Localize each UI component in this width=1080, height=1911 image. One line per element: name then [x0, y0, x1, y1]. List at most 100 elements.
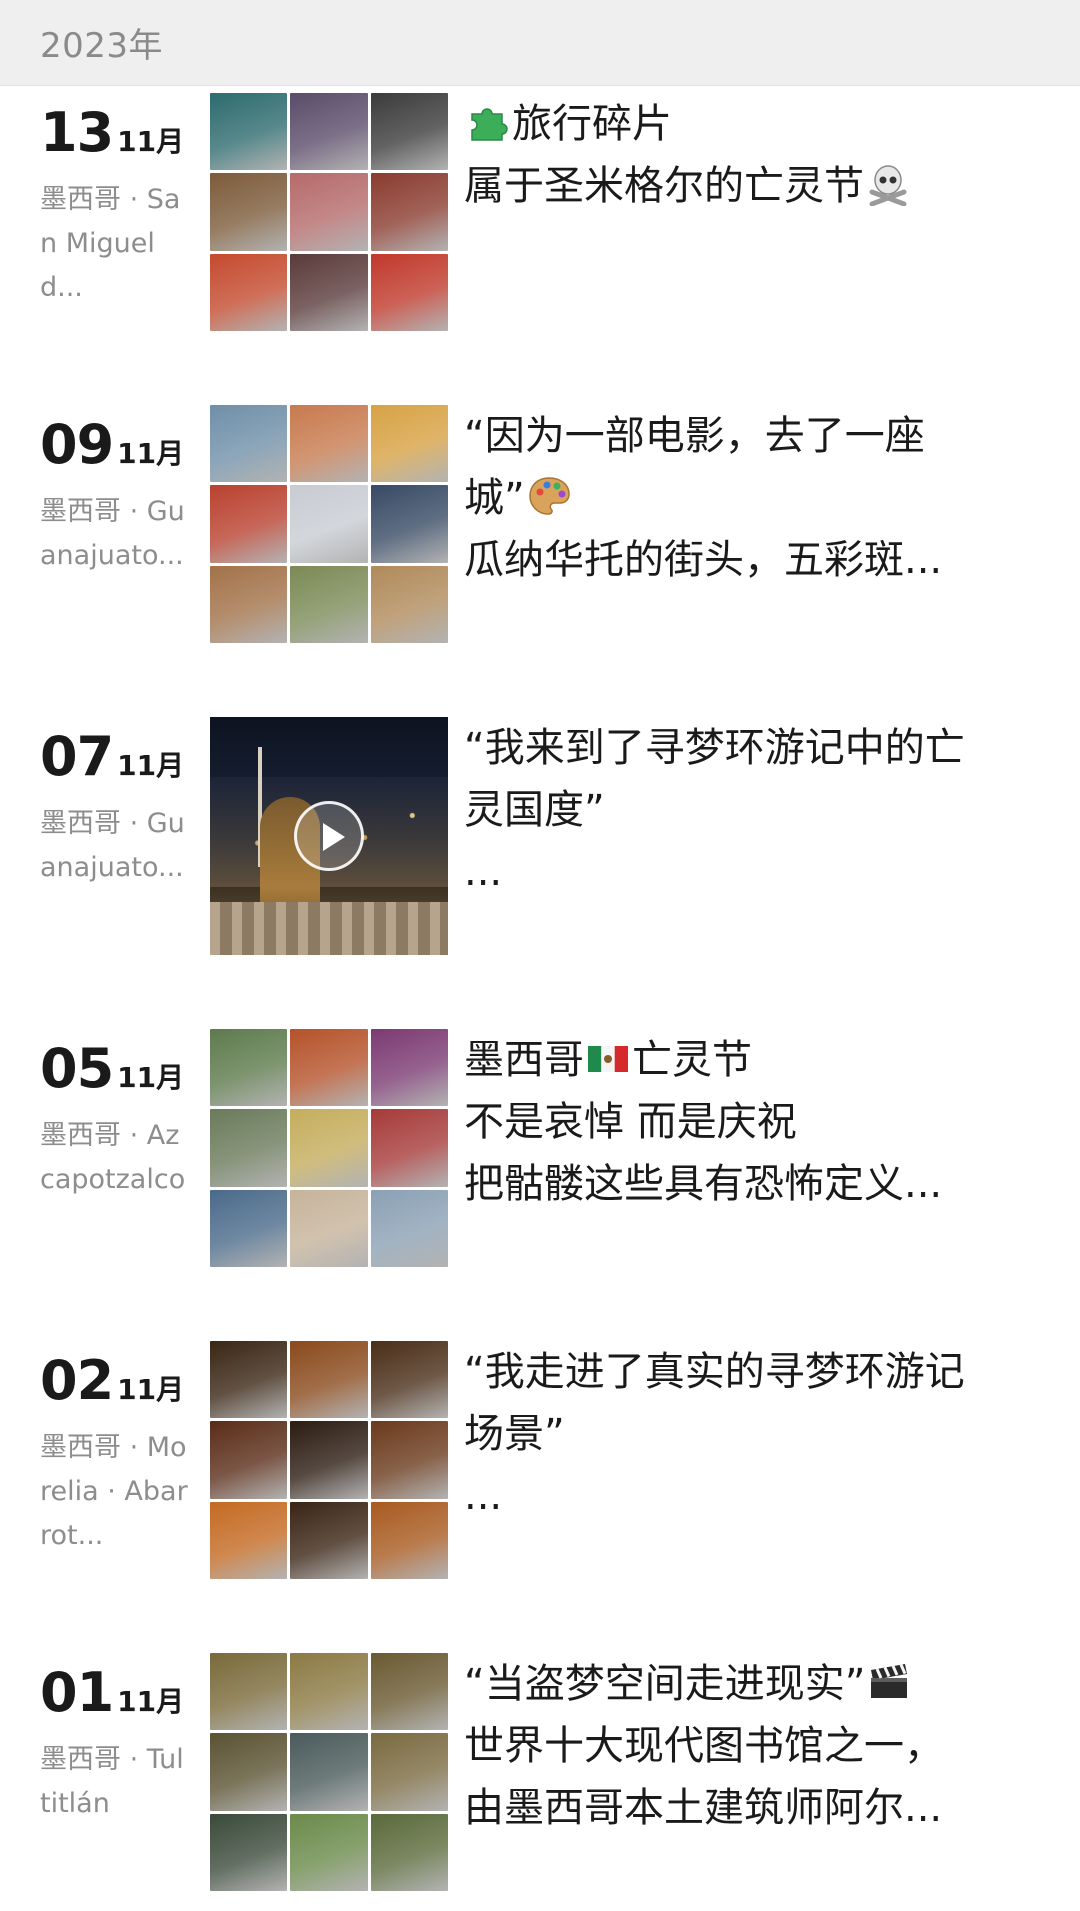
entry-day: 09 [40, 413, 114, 476]
photo-thumbnail[interactable] [370, 1029, 448, 1107]
entry-location: 墨西哥 · Azcapotzalco [40, 1120, 186, 1195]
photo-thumbnail[interactable] [210, 1501, 288, 1579]
photo-thumbnail[interactable] [210, 565, 288, 643]
photo-thumbnail[interactable] [290, 485, 368, 563]
entry-day: 07 [40, 725, 114, 788]
photo-thumbnail[interactable] [210, 1733, 288, 1811]
photo-thumbnail[interactable] [370, 1653, 448, 1731]
caption-line: 灵国度” [464, 787, 605, 833]
entry-caption[interactable]: “我走进了真实的寻梦环游记 场景” ... [464, 1341, 1024, 1527]
photo-grid[interactable] [210, 1653, 448, 1891]
caption-line: 把骷髅这些具有恐怖定义... [464, 1161, 943, 1207]
photo-thumbnail[interactable] [210, 485, 288, 563]
caption-line: 属于圣米格尔的亡灵节 [464, 163, 864, 209]
photo-grid[interactable] [210, 1029, 448, 1267]
photo-thumbnail[interactable] [210, 1813, 288, 1891]
photo-thumbnail[interactable] [210, 1109, 288, 1187]
entry-caption[interactable]: “因为一部电影，去了一座 城” 瓜纳华托的街头，五彩斑... [464, 405, 1024, 591]
entry-month: 11月 [117, 437, 185, 470]
video-thumbnail[interactable] [210, 717, 448, 955]
photo-thumbnail[interactable] [370, 93, 448, 171]
photo-thumbnail[interactable] [210, 1189, 288, 1267]
entry-day: 05 [40, 1037, 114, 1100]
photo-thumbnail[interactable] [290, 253, 368, 331]
moment-entry[interactable]: 05 11月 墨西哥 · Azcapotzalco 墨西哥 亡灵节 不是哀悼 而是… [0, 1029, 1080, 1269]
entry-day: 13 [40, 101, 114, 164]
moment-entry[interactable]: 09 11月 墨西哥 · Guanajuato... “因为一部电影，去了一座 城… [0, 405, 1080, 645]
photo-thumbnail[interactable] [210, 1653, 288, 1731]
photo-thumbnail[interactable] [210, 173, 288, 251]
caption-line: ... [464, 849, 503, 895]
photo-thumbnail[interactable] [290, 565, 368, 643]
photo-grid[interactable] [210, 405, 448, 643]
photo-thumbnail[interactable] [210, 405, 288, 483]
photo-thumbnail[interactable] [210, 253, 288, 331]
moment-entry[interactable]: 13 11月 墨西哥 · San Miguel d... 旅行碎片 属于圣米格尔的… [0, 93, 1080, 333]
photo-thumbnail[interactable] [290, 1341, 368, 1419]
photo-thumbnail[interactable] [370, 1421, 448, 1499]
moment-entry[interactable]: 07 11月 墨西哥 · Guanajuato... “我来到了寻梦环游记中的亡 … [0, 717, 1080, 957]
entry-date: 05 11月 [40, 1037, 184, 1100]
entry-date: 02 11月 [40, 1349, 184, 1412]
entry-date: 13 11月 [40, 101, 184, 164]
caption-line: 亡灵节 [632, 1037, 752, 1083]
entry-month: 11月 [117, 1685, 185, 1718]
entry-location: 墨西哥 · Tultitlán [40, 1744, 184, 1819]
photo-thumbnail[interactable] [290, 1501, 368, 1579]
photo-thumbnail[interactable] [370, 173, 448, 251]
entry-month: 11月 [117, 1061, 185, 1094]
photo-thumbnail[interactable] [290, 173, 368, 251]
mexico-flag-icon [588, 1046, 628, 1072]
photo-thumbnail[interactable] [370, 253, 448, 331]
moment-entry[interactable]: 01 11月 墨西哥 · Tultitlán “当盗梦空间走进现实” 世界十大现代… [0, 1653, 1080, 1893]
photo-thumbnail[interactable] [290, 1029, 368, 1107]
caption-line: ... [464, 1473, 503, 1519]
photo-thumbnail[interactable] [290, 1109, 368, 1187]
photo-thumbnail[interactable] [290, 1421, 368, 1499]
entry-caption[interactable]: “当盗梦空间走进现实” 世界十大现代图书馆之一， 由墨西哥本土建筑师阿尔... [464, 1653, 1024, 1839]
year-header: 2023年 [0, 0, 1080, 86]
entry-month: 11月 [117, 749, 185, 782]
entry-caption[interactable]: 墨西哥 亡灵节 不是哀悼 而是庆祝 把骷髅这些具有恐怖定义... [464, 1029, 1024, 1215]
entry-date: 09 11月 [40, 413, 184, 476]
entry-caption[interactable]: 旅行碎片 属于圣米格尔的亡灵节 [464, 93, 1024, 217]
caption-line: 场景” [464, 1411, 565, 1457]
photo-thumbnail[interactable] [290, 405, 368, 483]
year-label: 2023年 [40, 26, 164, 66]
photo-grid[interactable] [210, 93, 448, 331]
photo-thumbnail[interactable] [210, 93, 288, 171]
entry-day: 02 [40, 1349, 114, 1412]
caption-line: 世界十大现代图书馆之一， [464, 1723, 944, 1769]
entry-location: 墨西哥 · Guanajuato... [40, 808, 185, 883]
photo-thumbnail[interactable] [290, 1189, 368, 1267]
clapperboard-icon [871, 1663, 908, 1698]
photo-thumbnail[interactable] [290, 1813, 368, 1891]
photo-thumbnail[interactable] [370, 1501, 448, 1579]
photo-grid[interactable] [210, 1341, 448, 1579]
caption-line: 旅行碎片 [512, 101, 672, 147]
photo-thumbnail[interactable] [370, 1733, 448, 1811]
photo-thumbnail[interactable] [210, 1029, 288, 1107]
video-frame-balustrade [210, 902, 448, 955]
photo-thumbnail[interactable] [370, 405, 448, 483]
photo-thumbnail[interactable] [290, 1653, 368, 1731]
moment-entry[interactable]: 02 11月 墨西哥 · Morelia · Abarrot... “我走进了真实… [0, 1341, 1080, 1581]
photo-thumbnail[interactable] [370, 565, 448, 643]
photo-thumbnail[interactable] [370, 1813, 448, 1891]
skull-crossbones-icon [869, 165, 907, 206]
puzzle-icon [471, 108, 508, 141]
play-icon[interactable] [294, 801, 364, 871]
photo-thumbnail[interactable] [370, 485, 448, 563]
photo-thumbnail[interactable] [370, 1189, 448, 1267]
caption-line: 瓜纳华托的街头，五彩斑... [464, 537, 943, 583]
photo-thumbnail[interactable] [370, 1109, 448, 1187]
entry-caption[interactable]: “我来到了寻梦环游记中的亡 灵国度” ... [464, 717, 1024, 903]
caption-line: 城” [464, 475, 525, 521]
photo-thumbnail[interactable] [290, 1733, 368, 1811]
photo-thumbnail[interactable] [210, 1341, 288, 1419]
entry-date: 01 11月 [40, 1661, 184, 1724]
photo-thumbnail[interactable] [290, 93, 368, 171]
photo-thumbnail[interactable] [210, 1421, 288, 1499]
caption-line: 不是哀悼 而是庆祝 [464, 1099, 797, 1145]
photo-thumbnail[interactable] [370, 1341, 448, 1419]
